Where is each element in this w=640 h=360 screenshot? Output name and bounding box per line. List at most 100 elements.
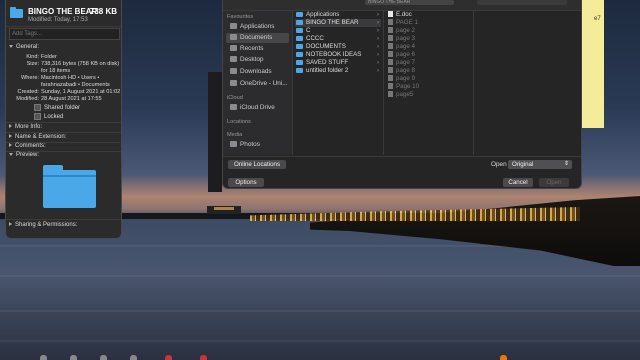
list-item[interactable]: DOCUMENTS › xyxy=(295,43,381,51)
background-window xyxy=(208,72,222,192)
cancel-button[interactable]: Cancel xyxy=(503,178,533,187)
list-item[interactable]: page 4 xyxy=(386,43,471,51)
more-info-section[interactable]: More Info: xyxy=(9,124,42,130)
sidebar-media-heading: Media xyxy=(227,132,243,138)
list-item[interactable]: page 3 xyxy=(386,35,471,43)
sidebar-item-downloads[interactable]: Downloads xyxy=(226,67,289,77)
sticky-note-text: e7 xyxy=(594,16,601,22)
general-created-value: Sunday, 1 August 2021 at 01:02 xyxy=(41,89,121,95)
list-item[interactable]: CCCC › xyxy=(295,35,381,43)
document-icon xyxy=(388,75,393,82)
dialog-toolbar: BINGO THE BEAR xyxy=(223,0,581,11)
list-item[interactable]: page 8 xyxy=(386,67,471,75)
documents-icon xyxy=(230,34,237,41)
list-item[interactable]: SAVED STUFF › xyxy=(295,59,381,67)
list-item[interactable]: page 9 xyxy=(386,75,471,83)
folder-icon xyxy=(296,27,303,33)
general-section[interactable]: General: xyxy=(9,44,39,50)
sidebar-icloud-heading: iCloud xyxy=(227,95,243,101)
column-documents: Applications › BINGO THE BEAR › C › CCCC › D… xyxy=(293,11,384,155)
comments-section[interactable]: Comments: xyxy=(9,143,46,149)
column-bingo-the-bear: E.doc PAGE 1 page 2 page 3 page 4 page 6… xyxy=(384,11,474,155)
list-item[interactable]: E.doc xyxy=(386,11,471,19)
dock-icon[interactable] xyxy=(200,355,207,360)
dock-icon[interactable] xyxy=(130,355,137,360)
disclosure-down-icon xyxy=(9,44,13,48)
sharing-section[interactable]: Sharing & Permissions: xyxy=(9,222,77,228)
document-icon xyxy=(388,11,393,18)
document-icon xyxy=(388,91,393,98)
search-field[interactable] xyxy=(477,0,567,5)
folder-icon xyxy=(296,43,303,49)
dock-icon[interactable] xyxy=(70,355,77,360)
folder-icon xyxy=(296,35,303,41)
folder-icon xyxy=(296,51,303,57)
document-icon xyxy=(388,59,393,66)
open-dialog: BINGO THE BEAR Favourites Applications D… xyxy=(222,0,582,189)
general-kind-value: Folder xyxy=(41,54,57,60)
general-where-value-2: farahnazabadi • Documents xyxy=(41,82,110,88)
open-label: Open xyxy=(491,161,507,168)
list-item[interactable]: Page 10 xyxy=(386,83,471,91)
locked-checkbox[interactable]: Locked xyxy=(34,113,63,120)
document-icon xyxy=(388,19,393,26)
name-extension-section[interactable]: Name & Extension: xyxy=(9,134,66,140)
desktop-icon xyxy=(230,56,237,63)
sidebar-item-onedrive[interactable]: OneDrive - Uni... xyxy=(226,79,289,89)
chevron-updown-icon: ⇕ xyxy=(563,161,569,167)
sidebar-item-photos[interactable]: Photos xyxy=(226,140,289,150)
dock-icon[interactable] xyxy=(100,355,107,360)
list-item[interactable]: Applications › xyxy=(295,11,381,19)
document-icon xyxy=(388,83,393,90)
info-size: 738 KB xyxy=(89,7,117,16)
list-item-selected[interactable]: BINGO THE BEAR › xyxy=(295,19,381,27)
disclosure-down-icon xyxy=(9,152,13,156)
options-button[interactable]: Options xyxy=(228,178,264,187)
folder-icon xyxy=(10,7,23,18)
sidebar-locations-heading: Locations xyxy=(227,119,251,125)
general-size-value: 738,316 bytes (758 KB on disk) xyxy=(41,61,120,67)
document-icon xyxy=(388,35,393,42)
document-icon xyxy=(388,43,393,50)
open-format-select[interactable]: Original ⇕ xyxy=(508,160,572,169)
applications-icon xyxy=(230,23,237,30)
onedrive-icon xyxy=(230,80,237,87)
tags-field[interactable]: Add Tags... xyxy=(9,28,120,40)
general-modified-value: 28 August 2021 at 17:55 xyxy=(41,96,102,102)
general-where-value: Macintosh HD • Users • xyxy=(41,75,100,81)
sidebar-item-documents[interactable]: Documents xyxy=(226,33,289,43)
download-icon xyxy=(230,68,237,75)
pier-lights xyxy=(214,207,234,210)
preview-column xyxy=(474,11,580,155)
shared-folder-checkbox[interactable]: Shared folder xyxy=(34,104,80,111)
open-button[interactable]: Open xyxy=(539,178,569,187)
preview-section[interactable]: Preview: xyxy=(9,152,39,158)
sidebar-item-applications[interactable]: Applications xyxy=(226,22,289,32)
list-item[interactable]: page 2 xyxy=(386,27,471,35)
list-item[interactable]: C › xyxy=(295,27,381,35)
online-locations-button[interactable]: Online Locations xyxy=(228,160,286,169)
dialog-bottom-bar: Online Locations Open Original ⇕ Options … xyxy=(223,156,581,189)
list-item[interactable]: PAGE 1 xyxy=(386,19,471,27)
list-item[interactable]: page5 xyxy=(386,91,471,99)
folder-icon xyxy=(296,19,303,25)
path-popup[interactable]: BINGO THE BEAR xyxy=(365,0,454,5)
document-icon xyxy=(388,27,393,34)
dock-icon[interactable] xyxy=(165,355,172,360)
document-icon xyxy=(388,67,393,74)
cloud-icon xyxy=(230,104,237,111)
sidebar-item-recents[interactable]: Recents xyxy=(226,44,289,54)
list-item[interactable]: page 6 xyxy=(386,51,471,59)
sidebar-item-icloud-drive[interactable]: iCloud Drive xyxy=(226,103,289,113)
dock-icon[interactable] xyxy=(500,355,507,360)
folder-icon xyxy=(296,11,303,17)
list-item[interactable]: page 7 xyxy=(386,59,471,67)
dock-icon[interactable] xyxy=(40,355,47,360)
sidebar-item-desktop[interactable]: Desktop xyxy=(226,55,289,65)
disclosure-right-icon xyxy=(9,124,12,129)
list-item[interactable]: untitled folder 2 › xyxy=(295,67,381,75)
general-items: for 18 items xyxy=(41,68,71,74)
disclosure-right-icon xyxy=(9,222,12,227)
list-item[interactable]: NOTEBOOK IDEAS › xyxy=(295,51,381,59)
info-modified: Modified: Today, 17:53 xyxy=(28,17,88,23)
